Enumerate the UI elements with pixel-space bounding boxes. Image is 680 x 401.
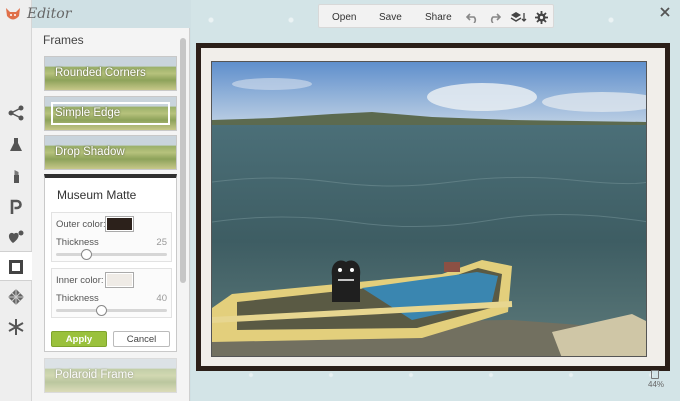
heart-stickers-icon[interactable] (6, 227, 26, 247)
frames-panel: Frames Rounded Corners Simple Edge Drop … (32, 28, 190, 401)
inner-color-group: Inner color: Thickness 40 (51, 268, 172, 318)
close-icon[interactable] (659, 6, 671, 18)
editor-app: Editor Frames Rounded Corners Simple Edg… (0, 0, 680, 401)
inner-color-fill (107, 274, 132, 286)
cancel-button[interactable]: Cancel (113, 331, 170, 347)
outer-thickness-slider[interactable] (56, 249, 167, 260)
slider-knob[interactable] (81, 249, 92, 260)
panel-scrollbar[interactable] (180, 38, 186, 283)
effect-label: Polaroid Frame (55, 369, 134, 381)
outer-thickness-value: 25 (156, 237, 167, 248)
redo-icon[interactable] (487, 10, 501, 24)
photo-canvas[interactable] (211, 61, 647, 357)
text-icon[interactable] (6, 197, 26, 217)
outer-color-fill (107, 218, 132, 230)
photo-frame (196, 43, 670, 371)
app-title: Editor (27, 6, 72, 22)
app-logo: Editor (3, 3, 153, 25)
outer-color-group: Outer color: Thickness 25 (51, 212, 172, 262)
settings-title: Museum Matte (57, 188, 137, 202)
photo-matte (201, 48, 665, 366)
zoom-level: 44% (648, 380, 665, 389)
fox-logo-icon (3, 5, 23, 23)
effect-polaroid-frame[interactable]: Polaroid Frame (44, 358, 177, 393)
textures-icon[interactable] (6, 287, 26, 307)
effect-label: Simple Edge (55, 107, 121, 119)
effect-label: Drop Shadow (55, 146, 125, 158)
photo-image (212, 62, 646, 356)
tool-rail (0, 0, 33, 401)
save-button[interactable]: Save (379, 12, 402, 23)
gear-icon[interactable] (534, 10, 548, 24)
slider-knob[interactable] (96, 305, 107, 316)
frames-icon[interactable] (6, 257, 26, 277)
top-toolbar: Open Save Share (318, 4, 554, 28)
effect-simple-edge[interactable]: Simple Edge (44, 96, 177, 131)
effect-rounded-corners[interactable]: Rounded Corners (44, 56, 177, 91)
effects-icon[interactable] (6, 103, 26, 123)
lipstick-icon[interactable] (6, 166, 26, 186)
effect-label: Rounded Corners (55, 67, 146, 79)
undo-icon[interactable] (465, 10, 479, 24)
inner-color-label: Inner color: (56, 275, 104, 286)
share-button[interactable]: Share (425, 12, 452, 23)
open-button[interactable]: Open (332, 12, 356, 23)
layers-icon[interactable] (509, 10, 527, 24)
outer-color-swatch[interactable] (105, 216, 134, 232)
snowflake-icon[interactable] (6, 317, 26, 337)
inner-thickness-slider[interactable] (56, 305, 167, 316)
outer-color-label: Outer color: (56, 219, 106, 230)
apply-button[interactable]: Apply (51, 331, 107, 347)
flask-icon[interactable] (6, 135, 26, 155)
inner-thickness-value: 40 (156, 293, 167, 304)
inner-color-swatch[interactable] (105, 272, 134, 288)
outer-thickness-label: Thickness (56, 237, 99, 248)
zoom-icon[interactable] (651, 370, 659, 379)
effect-drop-shadow[interactable]: Drop Shadow (44, 135, 177, 170)
panel-title: Frames (43, 33, 84, 47)
museum-matte-settings: Museum Matte Outer color: Thickness 25 I… (44, 174, 177, 352)
inner-thickness-label: Thickness (56, 293, 99, 304)
